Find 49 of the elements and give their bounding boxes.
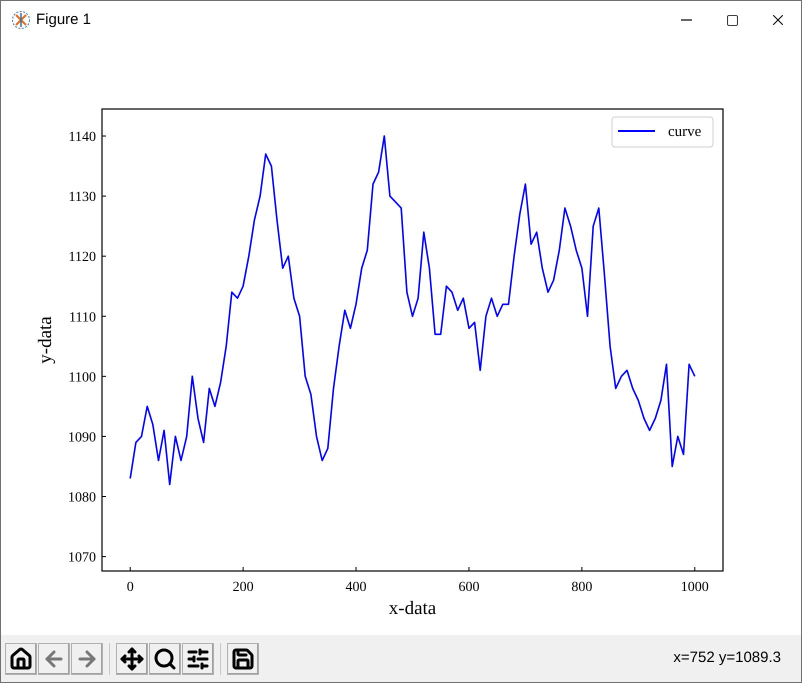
tick-mark xyxy=(102,436,106,437)
tick-label: 1130 xyxy=(68,190,96,206)
tick-mark xyxy=(102,136,106,137)
tick-mark xyxy=(102,256,106,257)
tick-label: 200 xyxy=(232,580,254,595)
tick-label: 800 xyxy=(571,580,592,595)
minimize-icon xyxy=(680,19,692,21)
home-button[interactable] xyxy=(5,642,37,674)
tick-mark xyxy=(694,566,696,572)
sliders-icon xyxy=(186,646,210,670)
forward-button[interactable] xyxy=(71,642,103,674)
tick-label: 1080 xyxy=(68,490,96,506)
legend-line xyxy=(618,130,655,132)
tick-label: 1110 xyxy=(69,310,96,326)
configure-button[interactable] xyxy=(182,642,214,674)
zoom-button[interactable] xyxy=(149,642,181,674)
tick-label: 1000 xyxy=(680,580,709,595)
tick-label: 400 xyxy=(346,580,367,595)
pan-button[interactable] xyxy=(116,642,148,674)
tick-label: 1090 xyxy=(68,430,96,446)
tick-mark xyxy=(356,566,357,572)
tick-label: 1070 xyxy=(68,550,96,566)
back-button[interactable] xyxy=(38,642,70,674)
tick-mark xyxy=(102,196,106,197)
tick-mark xyxy=(102,316,106,317)
save-button[interactable] xyxy=(227,642,259,674)
home-icon xyxy=(9,646,33,670)
window-title: Figure 1 xyxy=(36,10,92,30)
x-axis-label: x-data xyxy=(388,598,436,619)
maximize-icon xyxy=(726,14,738,26)
cursor-coordinates: x=752 y=1089.3 xyxy=(673,648,781,668)
tick-mark xyxy=(102,376,106,377)
tick-mark xyxy=(242,566,244,572)
app-icon xyxy=(11,10,31,30)
tick-mark xyxy=(130,566,131,572)
tick-label: 600 xyxy=(458,580,480,595)
legend-label: curve xyxy=(668,124,702,140)
tick-mark xyxy=(581,566,582,572)
tick-mark xyxy=(102,496,106,497)
move-icon xyxy=(120,646,144,670)
tick-mark xyxy=(468,566,470,572)
save-icon xyxy=(231,646,255,670)
tick-label: 1120 xyxy=(68,250,96,266)
tick-mark xyxy=(102,556,106,558)
y-axis-label: y-data xyxy=(35,316,56,364)
tick-label: 1100 xyxy=(68,370,96,386)
search-icon xyxy=(153,646,177,670)
tick-label: 0 xyxy=(126,580,134,595)
tick-label: 1140 xyxy=(68,130,96,146)
